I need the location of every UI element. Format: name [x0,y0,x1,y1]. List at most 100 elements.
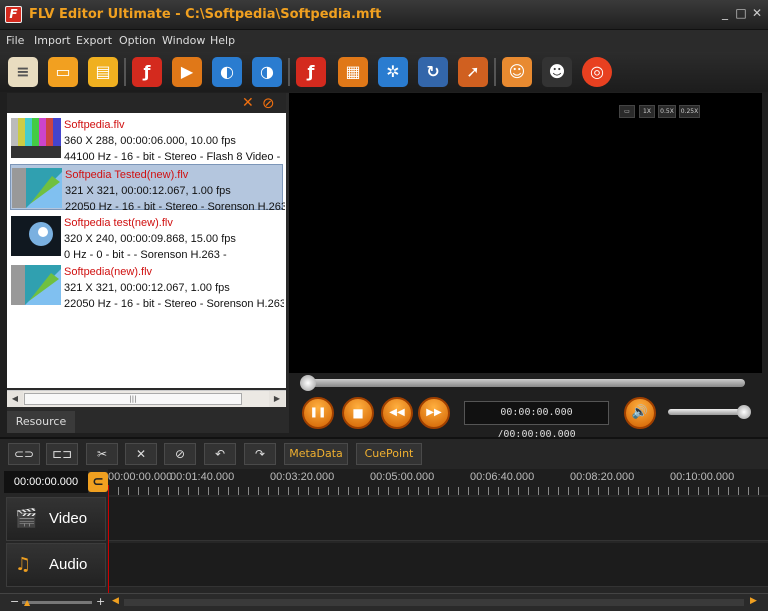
video-thumbnail [11,265,61,305]
menu-window[interactable]: Window [162,34,205,47]
video-track-label[interactable]: 🎬 Video [6,497,106,541]
menu-file[interactable]: File [6,34,24,47]
ruler-label: 00:03:20.000 [270,471,335,483]
flash-export-icon[interactable]: ƒ [296,57,326,87]
undo-icon[interactable]: ↶ [204,443,236,465]
redo-icon[interactable]: ↷ [244,443,276,465]
minimize-button[interactable]: _ [718,6,732,20]
toolbar-separator [494,58,496,86]
file-audio-info: 22050 Hz - 16 - bit - Stereo - Sorenson … [64,298,284,310]
file-name: Softpedia.flv [64,119,125,131]
seek-handle[interactable] [300,375,316,391]
title-bar: F FLV Editor Ultimate - C:\Softpedia\Sof… [0,0,768,30]
remove-icon[interactable]: ✕ [242,95,254,111]
maximize-button[interactable]: □ [734,6,748,20]
timeline-scroll-right-icon[interactable]: ▶ [750,596,757,606]
swf-convert-icon[interactable]: ↻ [418,57,448,87]
menu-bar: File Import Export Option Window Help [0,30,768,52]
volume-handle[interactable] [737,405,751,419]
delete-icon[interactable]: ✕ [125,443,157,465]
zoom-handle-icon[interactable]: ▲ [24,598,30,607]
ruler-label: 00:06:40.000 [470,471,535,483]
video-preview: ▭ 1X 0.5X 0.25X [289,93,762,373]
zoom-fit-button[interactable]: ▭ [619,105,635,118]
playback-timecode: 00:00:00.000 /00:00:00.000 [464,401,609,440]
audio-track-label[interactable]: ♫ Audio [6,543,106,587]
add-clip-icon[interactable]: ▶ [172,57,202,87]
list-item-selected[interactable]: Softpedia Tested(new).flv 321 X 321, 00:0… [10,164,285,213]
close-button[interactable]: ✕ [750,6,764,20]
scroll-thumb[interactable]: ||| [24,393,242,405]
tab-resource[interactable]: Resource [7,411,75,433]
menu-import[interactable]: Import [34,34,71,47]
film-export-icon[interactable]: ▦ [338,57,368,87]
previous-button[interactable]: ◀◀ [381,397,413,429]
help-lifebuoy-icon[interactable]: ◎ [582,57,612,87]
next-button[interactable]: ▶▶ [418,397,450,429]
user-icon[interactable]: ☺ [502,57,532,87]
video-track[interactable] [108,497,768,541]
zoom-out-icon[interactable]: − [10,595,19,608]
menu-help[interactable]: Help [210,34,235,47]
stop-button[interactable]: ■ [342,397,374,429]
timeline-scroll-left-icon[interactable]: ◀ [112,596,119,606]
zoom-half-button[interactable]: 0.5X [658,105,676,118]
list-item[interactable]: Softpedia.flv 360 X 288, 00:00:06.000, 10… [10,115,284,163]
window-title: FLV Editor Ultimate - C:\Softpedia\Softp… [29,7,382,22]
flash-import-icon[interactable]: ƒ [132,57,162,87]
volume-icon[interactable]: 🔊 [624,397,656,429]
web-export-icon[interactable]: ◑ [252,57,282,87]
zoom-quarter-button[interactable]: 0.25X [679,105,700,118]
settings-gear-icon[interactable]: ✲ [378,57,408,87]
file-dimensions: 320 X 240, 00:00:09.868, 15.00 fps [64,233,236,245]
file-dimensions: 360 X 288, 00:00:06.000, 10.00 fps [64,135,236,147]
link-icon[interactable]: ⊂⊃ [8,443,40,465]
scroll-right-icon[interactable]: ▶ [269,391,285,407]
playhead[interactable] [108,485,109,603]
support-person-icon[interactable]: ☻ [542,57,572,87]
scroll-left-icon[interactable]: ◀ [7,391,23,407]
file-dimensions: 321 X 321, 00:00:12.067, 1.00 fps [64,282,230,294]
file-name: Softpedia(new).flv [64,266,153,278]
clear-icon[interactable]: ⊘ [262,94,275,112]
video-thumbnail [11,216,61,256]
toolbar: ≡ ▭ ▤ ƒ ▶ ◐ ◑ ƒ ▦ ✲ ↻ ➚ ☺ ☻ ◎ [0,52,768,92]
volume-slider[interactable] [668,409,746,415]
convert-arrow-icon[interactable]: ➚ [458,57,488,87]
file-list: Softpedia.flv 360 X 288, 00:00:06.000, 10… [7,113,286,388]
menu-option[interactable]: Option [119,34,156,47]
file-dimensions: 321 X 321, 00:00:12.067, 1.00 fps [65,185,231,197]
timeline-marker-icon[interactable]: ⊂ [88,472,108,492]
ruler-label: 00:01:40.000 [170,471,235,483]
timeline-ruler[interactable]: 00:00:00.000 00:01:40.000 00:03:20.000 0… [108,469,768,495]
track-name: Video [49,510,88,527]
list-item[interactable]: Softpedia test(new).flv 320 X 240, 00:00:… [10,213,283,261]
video-thumbnail [11,118,61,158]
audio-track[interactable] [108,543,768,587]
clapperboard-icon: 🎬 [15,508,38,529]
zoom-in-icon[interactable]: + [96,595,105,608]
cuepoint-button[interactable]: CuePoint [356,443,422,465]
web-import-icon[interactable]: ◐ [212,57,242,87]
zoom-1x-button[interactable]: 1X [639,105,655,118]
new-document-icon[interactable]: ≡ [8,57,38,87]
save-icon[interactable]: ▤ [88,57,118,87]
timeline-current-time: 00:00:00.000 [4,471,88,493]
file-audio-info: 44100 Hz - 16 - bit - Stereo - Flash 8 V… [64,151,284,163]
cut-scissors-icon[interactable]: ✂ [86,443,118,465]
timeline-panel: ⊂⊃ ⊏⊐ ✂ ✕ ⊘ ↶ ↷ MetaData CuePoint 00:00:… [0,437,768,611]
disable-icon[interactable]: ⊘ [164,443,196,465]
timeline-scrollbar[interactable] [124,599,744,606]
unlink-icon[interactable]: ⊏⊐ [46,443,78,465]
horizontal-scrollbar[interactable]: ◀ ||| ▶ [7,390,286,407]
pause-button[interactable]: ❚❚ [302,397,334,429]
music-note-icon: ♫ [15,554,32,575]
menu-export[interactable]: Export [76,34,112,47]
zoom-slider[interactable] [22,601,92,604]
open-folder-icon[interactable]: ▭ [48,57,78,87]
file-name: Softpedia Tested(new).flv [65,169,189,181]
metadata-button[interactable]: MetaData [284,443,348,465]
seek-bar[interactable] [305,379,745,387]
zoom-status-bar: − ▲ + ◀ ▶ [0,593,768,611]
list-item[interactable]: Softpedia(new).flv 321 X 321, 00:00:12.06… [10,262,284,310]
